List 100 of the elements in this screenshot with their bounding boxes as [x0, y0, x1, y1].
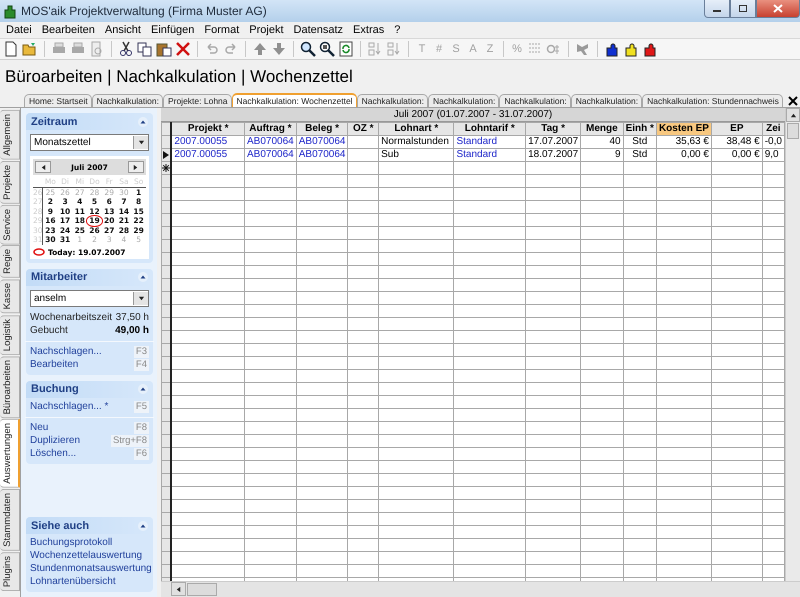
close-button[interactable] [756, 0, 800, 18]
side-tab[interactable]: Auswertungen [0, 419, 20, 488]
column-header[interactable]: Auftrag * [244, 122, 296, 136]
column-header[interactable]: OZ * [348, 122, 379, 136]
menu-item[interactable]: Extras [348, 24, 390, 36]
sidebar-link[interactable]: Nachschlagen... * [30, 400, 108, 412]
sidebar-link[interactable]: Wochenzettelauswertung [30, 550, 142, 562]
table-cell[interactable]: AB070064 [296, 148, 348, 162]
scroll-up-button[interactable] [786, 108, 800, 122]
side-tab[interactable]: Regie [0, 245, 20, 278]
folder-icon[interactable] [22, 41, 38, 57]
side-tab[interactable]: Büroarbeiten [0, 356, 20, 418]
caret-up-icon [790, 112, 796, 118]
column-header[interactable]: Tag * [526, 122, 581, 136]
paste-icon[interactable] [156, 41, 172, 57]
puzzle-icon[interactable] [623, 41, 639, 57]
sidebar-link[interactable]: Buchungsprotokoll [30, 537, 112, 549]
next-month-button[interactable] [128, 161, 144, 173]
side-tab[interactable]: Kasse [0, 279, 20, 314]
side-tab[interactable]: Projekte [0, 160, 20, 204]
sidebar-link[interactable]: Löschen... [30, 448, 76, 460]
shortcut-label: F8 [134, 422, 149, 434]
panel-title: Buchung [31, 383, 79, 395]
delete-icon[interactable] [175, 41, 191, 57]
side-tab[interactable]: Allgemein [0, 110, 20, 160]
puzzle-icon[interactable] [642, 41, 658, 57]
caret-left-icon [175, 586, 182, 592]
period-header: Juli 2007 (01.07.2007 - 31.07.2007) [161, 108, 785, 122]
column-header[interactable]: Projekt * [171, 122, 245, 136]
maximize-button[interactable] [730, 0, 756, 18]
refresh-icon[interactable] [338, 41, 354, 57]
column-header[interactable]: Kosten EP [656, 122, 712, 136]
copy-icon[interactable] [137, 41, 153, 57]
scissors-icon[interactable] [118, 41, 134, 57]
table-cell[interactable]: AB070064 [244, 136, 296, 148]
sidebar-link[interactable]: Nachschlagen... [30, 346, 102, 358]
search-icon[interactable] [300, 41, 316, 57]
document-tab[interactable]: Nachkalkulation: Wochenzettel [232, 93, 357, 107]
menu-item[interactable]: Projekt [244, 24, 289, 36]
table-cell: Std [623, 148, 656, 162]
document-tab[interactable]: Nachkalkulation: [499, 94, 571, 107]
table-cell: 0,00 € [711, 148, 762, 162]
table-cell[interactable]: 2007.00055 [171, 148, 245, 162]
sidebar-link[interactable]: Lohnartenübersicht [30, 576, 116, 588]
collapse-icon[interactable] [138, 520, 148, 530]
menu-item[interactable]: ? [389, 24, 406, 36]
column-header[interactable]: Lohntarif * [454, 122, 526, 136]
menu-item[interactable]: Bearbeiten [36, 24, 100, 36]
document-tab[interactable]: Nachkalkulation: [356, 94, 428, 107]
table-cell[interactable]: AB070064 [244, 148, 296, 162]
close-icon[interactable] [788, 96, 798, 106]
sidebar-link[interactable]: Neu [30, 422, 48, 434]
document-tab[interactable]: Home: Startseit [24, 94, 92, 107]
menu-item[interactable]: Format [199, 24, 244, 36]
menu-item[interactable]: Ansicht [100, 24, 146, 36]
puzzle-icon[interactable] [604, 41, 620, 57]
scrollbar-thumb[interactable] [187, 583, 217, 596]
new-file-icon[interactable] [3, 41, 19, 57]
side-tab[interactable]: Logistik [0, 314, 20, 355]
shortcut-label: Strg+F8 [110, 434, 149, 446]
table-cell[interactable]: AB070064 [296, 136, 348, 148]
scroll-left-button[interactable] [171, 582, 186, 596]
column-header[interactable]: Zei [762, 122, 784, 136]
sidebar-link[interactable]: Bearbeiten [30, 358, 78, 370]
column-header[interactable]: Menge [580, 122, 624, 136]
document-tab[interactable]: Nachkalkulation: [428, 94, 500, 107]
side-tab[interactable]: Service [0, 204, 20, 244]
column-header[interactable]: Einh * [623, 122, 656, 136]
menu-item[interactable]: Datei [1, 24, 37, 36]
column-header[interactable]: EP [711, 122, 762, 136]
column-header[interactable]: Beleg * [296, 122, 348, 136]
dropdown[interactable]: anselm [30, 290, 149, 306]
tool-icon[interactable] [575, 41, 591, 57]
shortcut-label: F4 [134, 358, 149, 370]
document-tab[interactable]: Nachkalkulation: [570, 94, 642, 107]
table-cell[interactable]: Standard [454, 136, 526, 148]
collapse-icon[interactable] [138, 384, 148, 394]
document-tab[interactable]: Nachkalkulation: [92, 94, 163, 107]
collapse-icon[interactable] [138, 116, 148, 126]
scrollbar-thumb[interactable] [787, 123, 799, 139]
table-cell[interactable]: 2007.00055 [171, 136, 245, 148]
menu-item[interactable]: Einfügen [146, 24, 200, 36]
table-cell[interactable]: Standard [454, 148, 526, 162]
document-tab[interactable]: Nachkalkulation: Stundennachweis [642, 94, 783, 107]
sidebar-link[interactable]: Stundenmonatsauswertung [30, 563, 152, 575]
sidebar-link[interactable]: Duplizieren [30, 434, 80, 446]
side-tab[interactable]: Plugins [0, 552, 20, 591]
collapse-icon[interactable] [138, 272, 148, 282]
document-tab[interactable]: Projekte: Lohna [162, 94, 232, 107]
arrow-down-icon[interactable] [271, 41, 287, 57]
previous-month-button[interactable] [35, 161, 51, 173]
page-heading: Büroarbeiten | Nachkalkulation | Wochenzettel [4, 66, 354, 88]
arrow-up-icon[interactable] [252, 41, 268, 57]
minimize-button[interactable] [704, 0, 730, 18]
table-cell: Normalstunden [378, 136, 454, 148]
column-header[interactable]: Lohnart * [378, 122, 454, 136]
side-tab[interactable]: Stammdaten [0, 488, 20, 551]
menu-item[interactable]: Datensatz [288, 24, 348, 36]
zoom-icon[interactable] [319, 41, 335, 57]
dropdown[interactable]: Monatszettel [30, 134, 149, 151]
